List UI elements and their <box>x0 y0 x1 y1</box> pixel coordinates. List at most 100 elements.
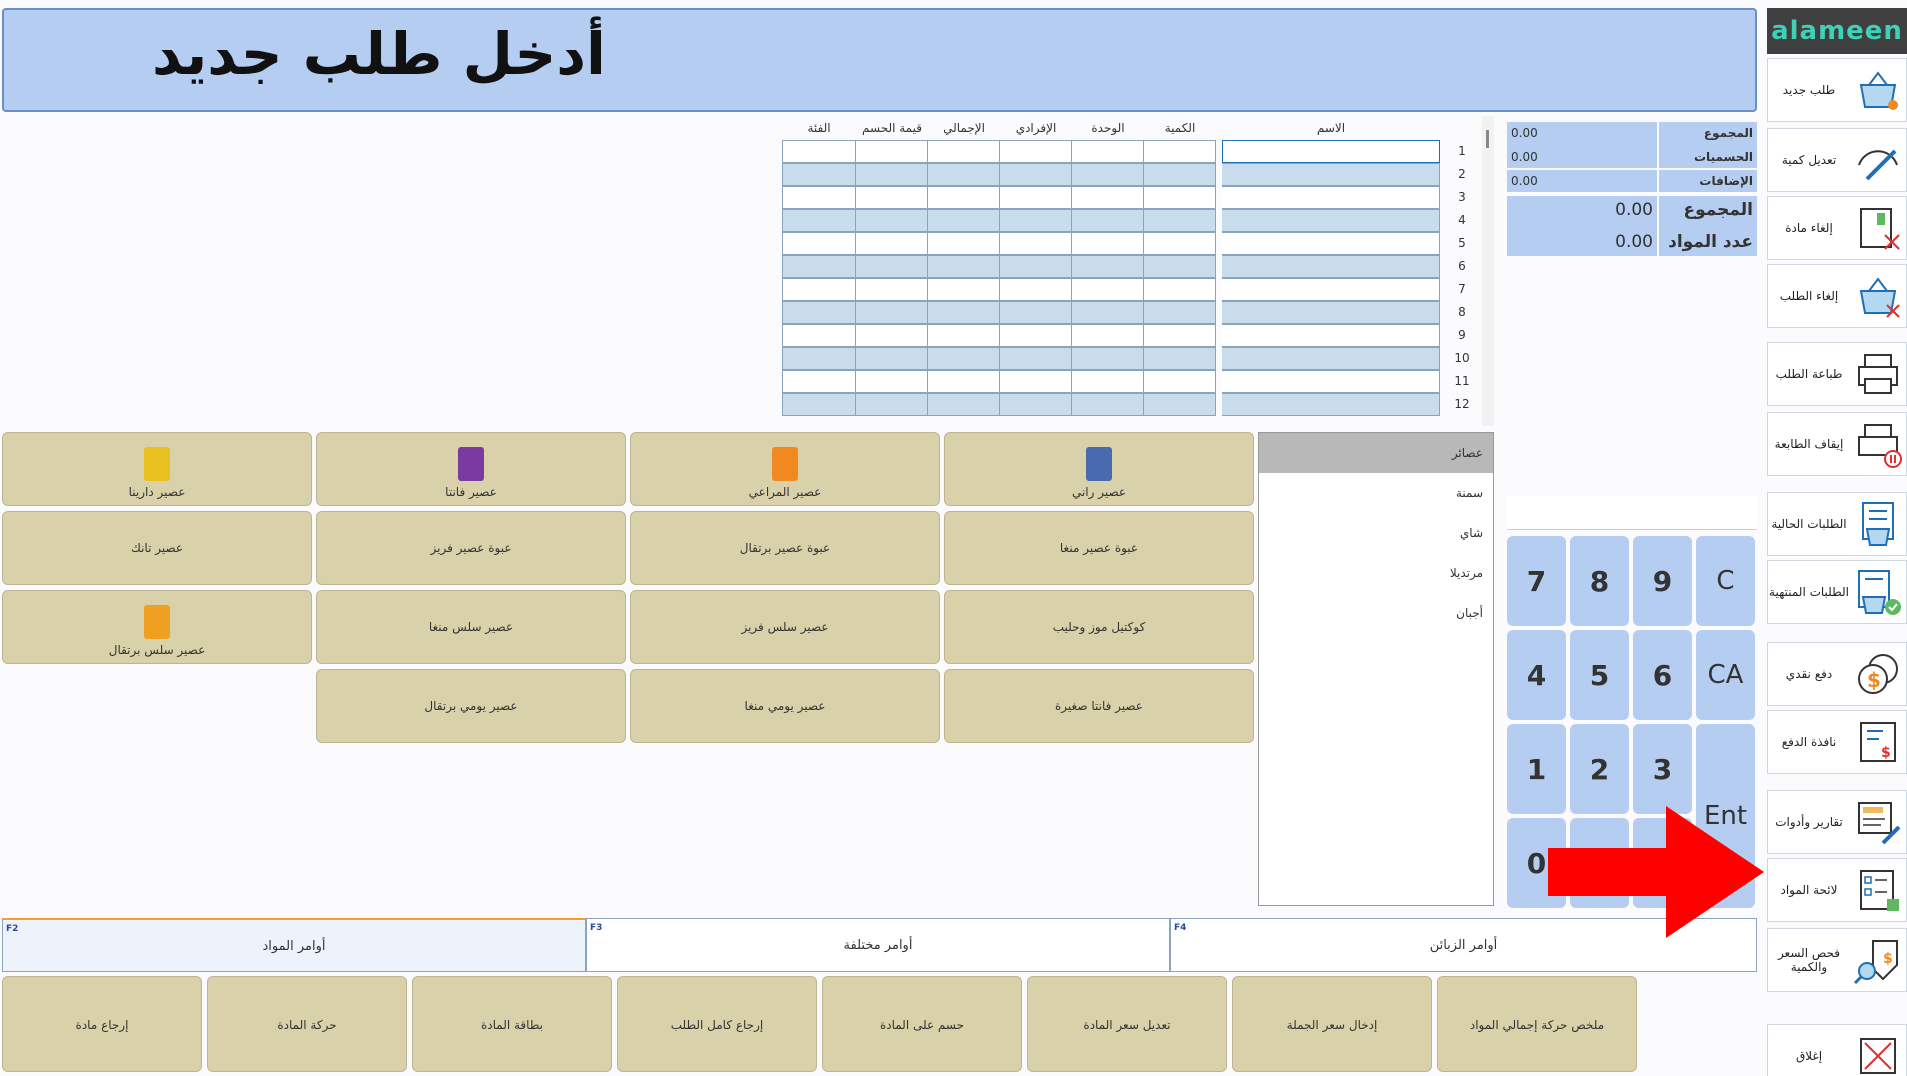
tab-f2[interactable]: F2 أوامر المواد <box>2 918 586 972</box>
grid-column-header[interactable]: الإفرادي <box>1000 116 1072 140</box>
table-cell[interactable] <box>856 255 928 278</box>
sidebar-button-cancel-item[interactable]: إلغاء مادة <box>1767 196 1907 260</box>
product-button[interactable]: عصير سلس فريز <box>630 590 940 664</box>
table-cell[interactable] <box>1000 301 1072 324</box>
table-row[interactable] <box>782 163 1440 186</box>
table-cell[interactable] <box>782 393 856 416</box>
sidebar-button-price-check[interactable]: فحص السعر والكمية $ <box>1767 928 1907 992</box>
table-cell[interactable] <box>1144 324 1216 347</box>
table-cell[interactable] <box>1222 324 1440 347</box>
keypad-key[interactable]: 8 <box>1570 536 1629 626</box>
table-row[interactable] <box>782 255 1440 278</box>
table-cell[interactable] <box>1072 370 1144 393</box>
table-cell[interactable] <box>1000 186 1072 209</box>
table-cell[interactable] <box>856 140 928 163</box>
sidebar-button-payment-window[interactable]: نافذة الدفع $ <box>1767 710 1907 774</box>
table-cell[interactable] <box>1072 209 1144 232</box>
table-cell[interactable] <box>1000 255 1072 278</box>
product-button[interactable]: عصير تانك <box>2 511 312 585</box>
table-cell[interactable] <box>928 186 1000 209</box>
table-cell[interactable] <box>928 278 1000 301</box>
product-button[interactable]: عصير راني <box>944 432 1254 506</box>
table-row[interactable] <box>782 324 1440 347</box>
table-cell[interactable] <box>1000 140 1072 163</box>
table-cell[interactable] <box>1000 370 1072 393</box>
product-button[interactable]: عصير سلس برتقال <box>2 590 312 664</box>
table-cell[interactable] <box>782 324 856 347</box>
tab-f3[interactable]: F3 أوامر مختلفة <box>586 918 1170 972</box>
table-cell[interactable] <box>1222 186 1440 209</box>
table-row[interactable] <box>782 140 1440 163</box>
product-button[interactable]: عبوة عصير برتقال <box>630 511 940 585</box>
table-row[interactable] <box>782 393 1440 416</box>
keypad-key[interactable]: 6 <box>1633 630 1692 720</box>
keypad-key[interactable]: 2 <box>1570 724 1629 814</box>
table-cell[interactable] <box>1144 186 1216 209</box>
product-button[interactable]: عصير دارينا <box>2 432 312 506</box>
sidebar-button-current-orders[interactable]: الطلبات الحالية <box>1767 492 1907 556</box>
grid-column-header[interactable]: الاسم <box>1222 116 1440 140</box>
table-cell[interactable] <box>1144 393 1216 416</box>
table-cell[interactable] <box>782 278 856 301</box>
table-cell[interactable] <box>856 347 928 370</box>
table-cell[interactable] <box>1222 209 1440 232</box>
table-cell[interactable] <box>1000 347 1072 370</box>
keypad-key[interactable]: 4 <box>1507 630 1566 720</box>
table-cell[interactable] <box>928 347 1000 370</box>
table-cell[interactable] <box>1222 393 1440 416</box>
product-button[interactable]: عبوة عصير منغا <box>944 511 1254 585</box>
sidebar-button-basket-new[interactable]: طلب جديد <box>1767 58 1907 122</box>
table-cell[interactable] <box>928 324 1000 347</box>
table-cell[interactable] <box>928 255 1000 278</box>
table-cell[interactable] <box>782 301 856 324</box>
product-button[interactable]: عصير فانتا <box>316 432 626 506</box>
table-cell[interactable] <box>1000 209 1072 232</box>
sidebar-button-cash-payment[interactable]: دفع نقدي $ <box>1767 642 1907 706</box>
table-cell[interactable] <box>1072 255 1144 278</box>
table-cell[interactable] <box>856 278 928 301</box>
sidebar-button-items-list[interactable]: لائحة المواد <box>1767 858 1907 922</box>
category-item[interactable]: عصائر <box>1259 433 1493 473</box>
product-button[interactable]: عصير المراعي <box>630 432 940 506</box>
table-cell[interactable] <box>928 163 1000 186</box>
sidebar-button-reports-tools[interactable]: تقارير وأدوات <box>1767 790 1907 854</box>
category-item[interactable]: شاي <box>1259 513 1493 553</box>
product-button[interactable]: عبوة عصير فريز <box>316 511 626 585</box>
command-button[interactable]: حسم على المادة <box>822 976 1022 1072</box>
keypad-key[interactable]: 5 <box>1570 630 1629 720</box>
table-cell[interactable] <box>1072 347 1144 370</box>
table-cell[interactable] <box>1000 232 1072 255</box>
command-button[interactable]: بطاقة المادة <box>412 976 612 1072</box>
command-button[interactable]: حركة المادة <box>207 976 407 1072</box>
category-item[interactable]: سمنة <box>1259 473 1493 513</box>
product-button[interactable]: عصير يومي منغا <box>630 669 940 743</box>
scroll-thumb[interactable] <box>1486 130 1489 148</box>
grid-column-header[interactable]: الإجمالي <box>928 116 1000 140</box>
table-cell[interactable] <box>856 232 928 255</box>
table-cell[interactable] <box>1222 278 1440 301</box>
table-cell[interactable] <box>1144 232 1216 255</box>
sidebar-button-close[interactable]: إغلاق <box>1767 1024 1907 1076</box>
grid-column-header[interactable]: الوحدة <box>1072 116 1144 140</box>
grid-scrollbar[interactable] <box>1482 116 1494 426</box>
grid-column-header[interactable]: قيمة الحسم <box>856 116 928 140</box>
table-cell[interactable] <box>1072 140 1144 163</box>
table-row[interactable] <box>782 278 1440 301</box>
sidebar-button-edit-quantity[interactable]: تعديل كمية <box>1767 128 1907 192</box>
command-button[interactable]: إدخال سعر الجملة <box>1232 976 1432 1072</box>
table-row[interactable] <box>782 347 1440 370</box>
command-button[interactable]: إرجاع مادة <box>2 976 202 1072</box>
table-cell[interactable] <box>1000 393 1072 416</box>
grid-column-header[interactable]: الكمية <box>1144 116 1216 140</box>
table-cell[interactable] <box>782 347 856 370</box>
product-button[interactable]: كوكتيل موز وحليب <box>944 590 1254 664</box>
table-cell[interactable] <box>1222 163 1440 186</box>
command-button[interactable]: تعديل سعر المادة <box>1027 976 1227 1072</box>
table-cell[interactable] <box>856 301 928 324</box>
table-row[interactable] <box>782 209 1440 232</box>
table-cell[interactable] <box>782 163 856 186</box>
table-cell[interactable] <box>928 232 1000 255</box>
table-cell[interactable] <box>928 209 1000 232</box>
table-cell[interactable] <box>856 324 928 347</box>
table-cell[interactable] <box>1222 301 1440 324</box>
